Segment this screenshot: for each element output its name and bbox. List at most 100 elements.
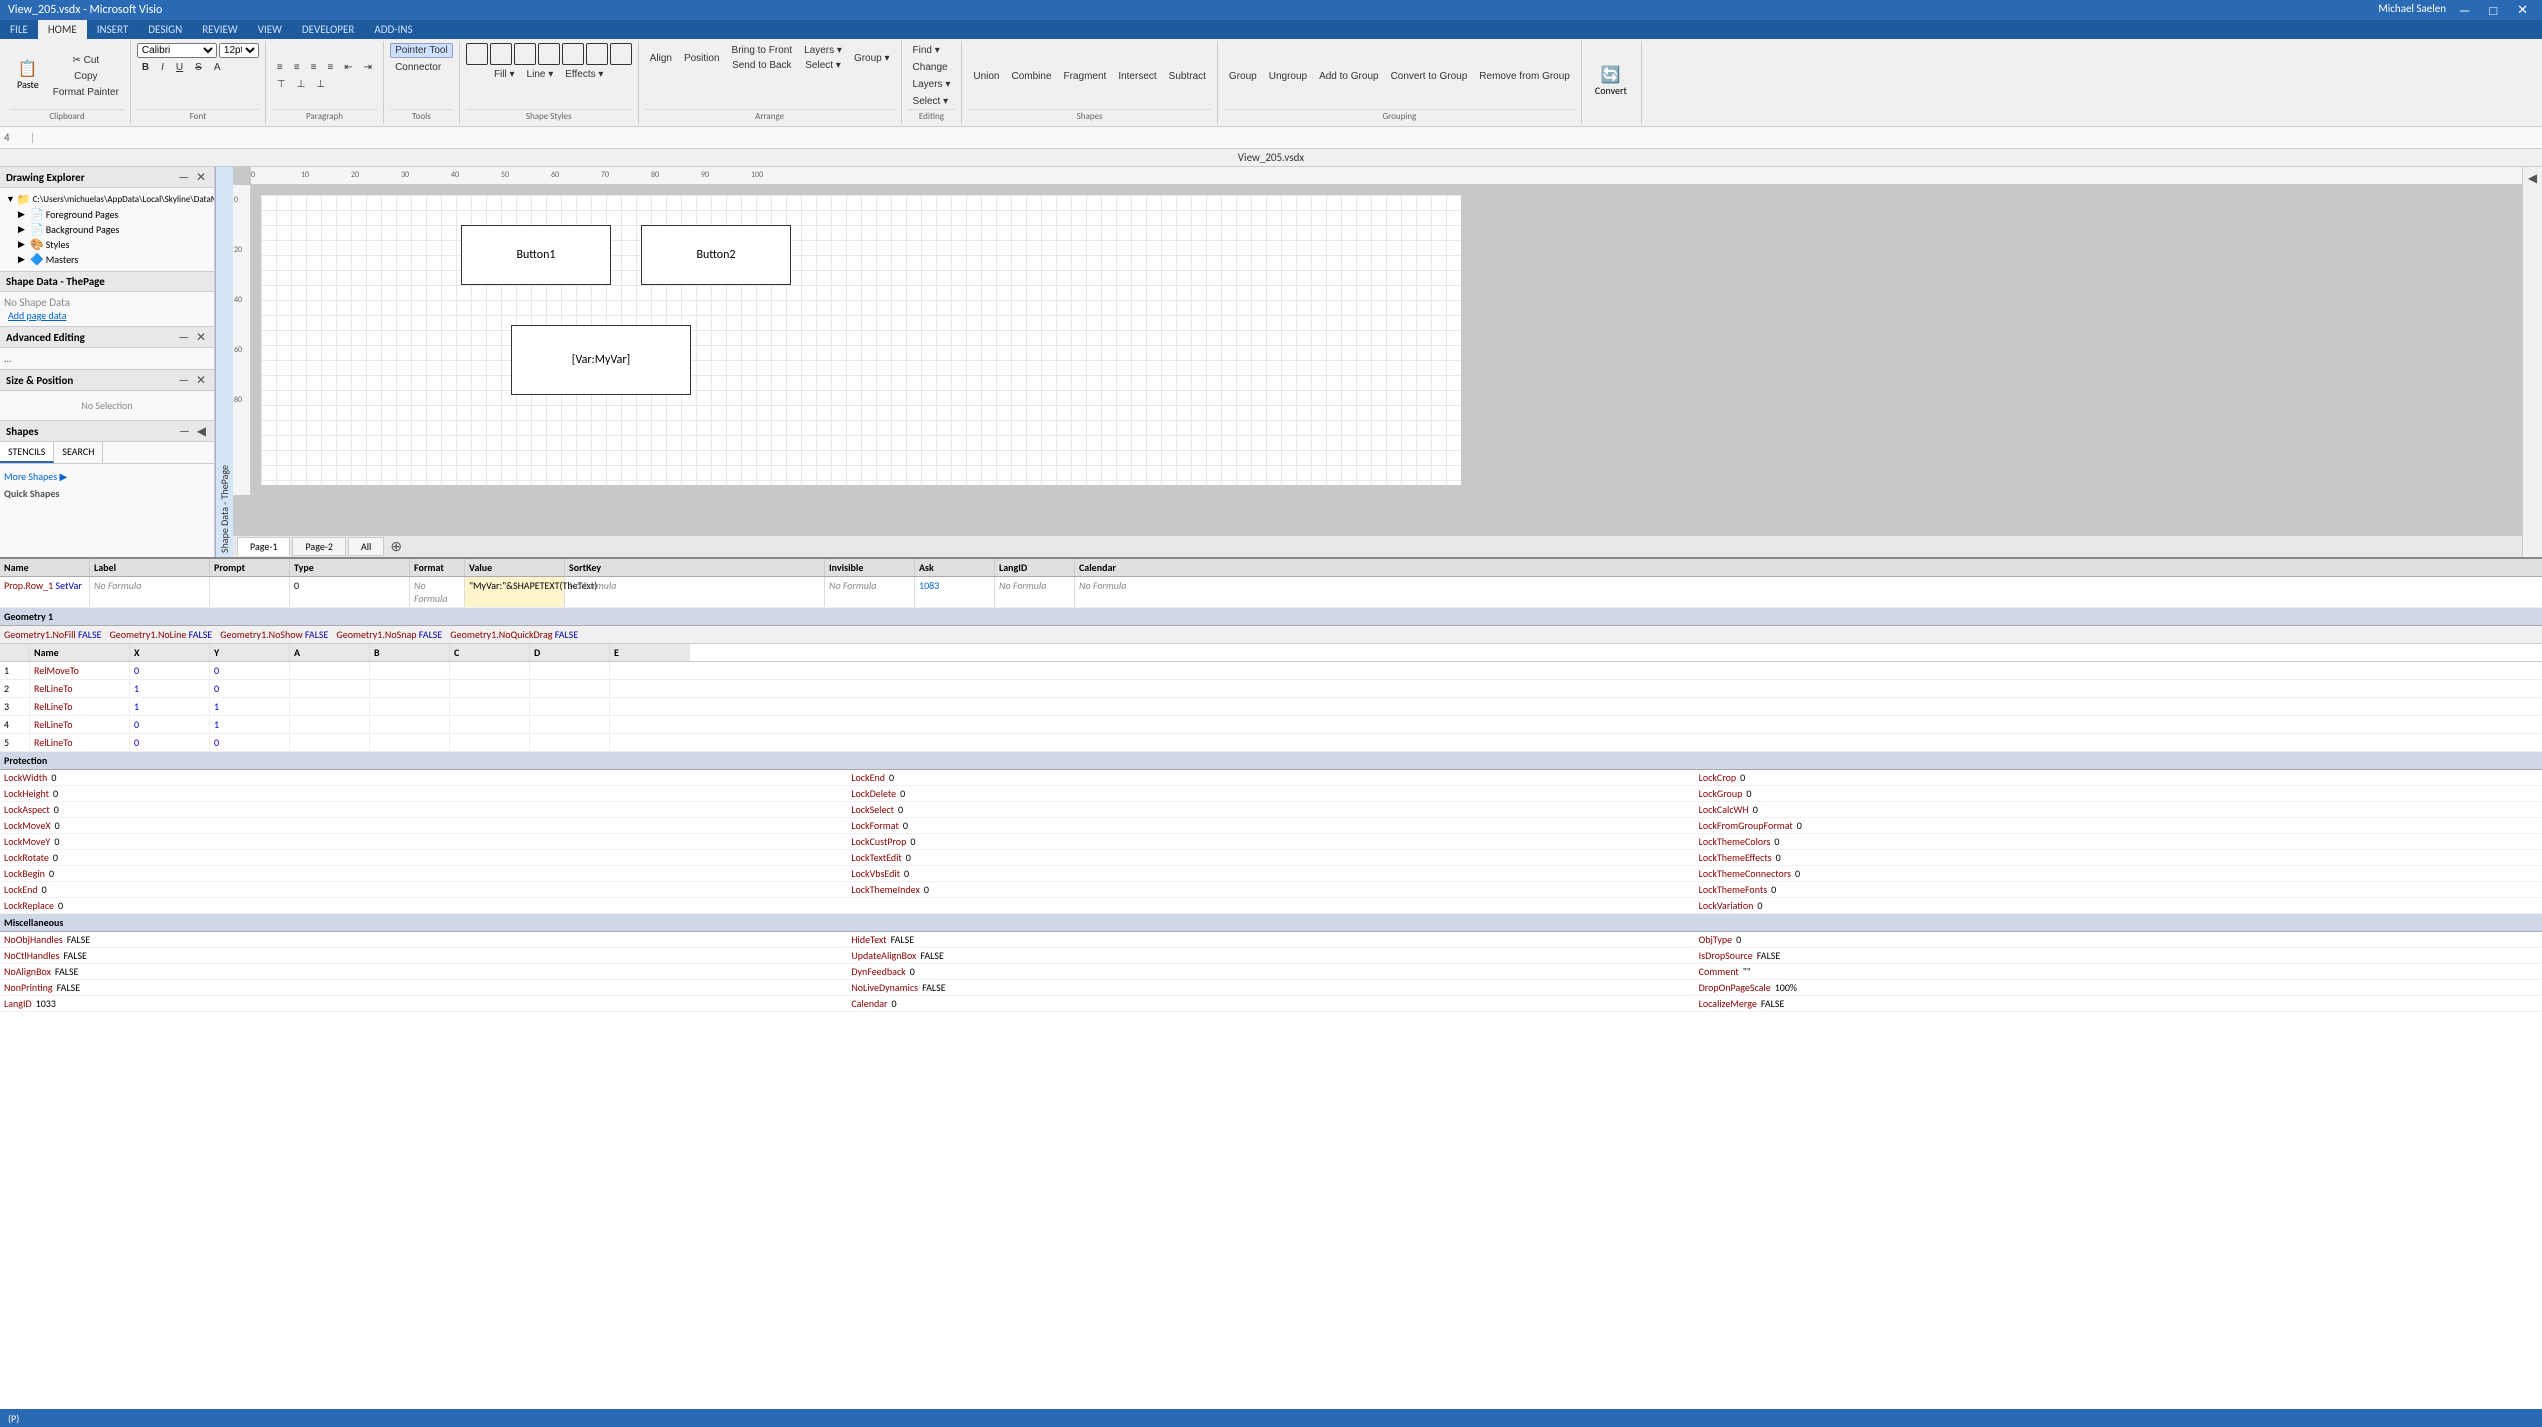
shapes-minimize[interactable]: ─ [178, 424, 191, 438]
adv-editing-close[interactable]: ✕ [194, 330, 208, 344]
increase-indent-button[interactable]: ⇥ [359, 60, 377, 75]
middle-align-button[interactable]: ⊥ [292, 77, 311, 92]
search-tab[interactable]: SEARCH [54, 442, 103, 463]
tab-addins[interactable]: ADD-INS [364, 20, 422, 39]
paste-button[interactable]: 📋 Paste [10, 59, 46, 94]
tab-home[interactable]: HOME [38, 20, 87, 39]
title-bar: View_205.vsdx - Microsoft Visio Michael … [0, 0, 2542, 20]
minimize-button[interactable]: ─ [2454, 2, 2475, 18]
protection-prop: LockTextEdit0 [847, 850, 1694, 866]
layers2-button[interactable]: Layers ▾ [908, 77, 956, 92]
maximize-button[interactable]: □ [2483, 2, 2503, 18]
tree-root[interactable]: ▼ 📁 C:\Users\michuelas\AppData\Local\Sky… [4, 192, 210, 207]
tab-view[interactable]: VIEW [248, 20, 292, 39]
select2-button[interactable]: Select ▾ [908, 94, 954, 109]
shape-button1[interactable]: Button1 [461, 225, 611, 285]
bottom-align-button[interactable]: ⊥ [311, 77, 330, 92]
connector-button[interactable]: Connector [390, 60, 446, 75]
justify-button[interactable]: ≡ [322, 60, 338, 75]
page-tab-1[interactable]: Page-1 [237, 537, 290, 556]
add-to-group-button[interactable]: Add to Group [1314, 69, 1383, 84]
effects-button[interactable]: Effects ▾ [560, 67, 608, 82]
style-4[interactable] [538, 43, 560, 65]
tab-design[interactable]: DESIGN [138, 20, 192, 39]
header-langid: LangID [995, 559, 1075, 576]
geo-nosnap: Geometry1.NoSnap FALSE [336, 628, 442, 641]
bold-button[interactable]: B [137, 60, 154, 75]
tree-foreground[interactable]: ▶ 📄 Foreground Pages [4, 207, 210, 222]
adv-editing-minimize[interactable]: ─ [177, 330, 190, 344]
remove-from-group-button[interactable]: Remove from Group [1474, 69, 1575, 84]
tree-background[interactable]: ▶ 📄 Background Pages [4, 222, 210, 237]
tab-developer[interactable]: DEVELOPER [292, 20, 364, 39]
vertical-shape-data-tab[interactable]: Shape Data - ThePage [215, 167, 233, 557]
tab-file[interactable]: FILE [0, 20, 38, 39]
add-page-data-link[interactable]: Add page data [4, 307, 70, 324]
align-left-button[interactable]: ≡ [272, 60, 288, 75]
align-right-button[interactable]: ≡ [306, 60, 322, 75]
style-5[interactable] [562, 43, 584, 65]
group-button[interactable]: Group ▾ [849, 51, 895, 66]
copy-button[interactable]: Copy [48, 69, 124, 84]
ungroup-button[interactable]: Ungroup [1264, 69, 1312, 84]
find-button[interactable]: Find ▾ [908, 43, 945, 58]
pointer-tool-button[interactable]: Pointer Tool [390, 43, 453, 58]
canvas-title: View_205.vsdx [0, 149, 2542, 167]
subtract-button[interactable]: Subtract [1164, 69, 1211, 84]
intersect-button[interactable]: Intersect [1113, 69, 1161, 84]
top-align-button[interactable]: ⊤ [272, 77, 291, 92]
fragment-button[interactable]: Fragment [1059, 69, 1112, 84]
convert-button[interactable]: 🔄 Convert [1588, 65, 1634, 100]
send-to-back-button[interactable]: Send to Back [727, 58, 798, 73]
tree-styles[interactable]: ▶ 🎨 Styles [4, 237, 210, 252]
right-panel-toggle[interactable]: ◀ [2524, 167, 2541, 189]
style-1[interactable] [466, 43, 488, 65]
fill-button[interactable]: Fill ▾ [489, 67, 520, 82]
format-painter-button[interactable]: Format Painter [48, 85, 124, 100]
font-color-button[interactable]: A [209, 60, 226, 75]
convert-to-group-button[interactable]: Convert to Group [1386, 69, 1473, 84]
bring-to-front-button[interactable]: Bring to Front [727, 43, 798, 58]
stencils-tab[interactable]: STENCILS [0, 442, 54, 463]
position-button[interactable]: Position [679, 51, 725, 66]
close-button[interactable]: ✕ [2511, 2, 2534, 18]
shapes-expand[interactable]: ◀ [195, 424, 208, 438]
change-button[interactable]: Change [908, 60, 953, 75]
font-size-select[interactable]: 12pt [219, 43, 259, 58]
ribbon-group-paragraph: ≡ ≡ ≡ ≡ ⇤ ⇥ ⊤ ⊥ ⊥ Paragraph [266, 41, 384, 124]
decrease-indent-button[interactable]: ⇤ [339, 60, 357, 75]
style-7[interactable] [610, 43, 632, 65]
add-page-button[interactable]: ⊕ [386, 538, 406, 555]
tab-insert[interactable]: INSERT [87, 20, 139, 39]
union-button[interactable]: Union [968, 69, 1004, 84]
line-button[interactable]: Line ▾ [522, 67, 559, 82]
page-tab-all[interactable]: All [348, 537, 384, 556]
group2-button[interactable]: Group [1224, 69, 1262, 84]
shape-button2[interactable]: Button2 [641, 225, 791, 285]
tab-review[interactable]: REVIEW [192, 20, 248, 39]
italic-button[interactable]: I [156, 60, 169, 75]
drawing-explorer-close[interactable]: ✕ [194, 170, 208, 184]
strikethrough-button[interactable]: S [190, 60, 207, 75]
more-shapes-link[interactable]: More Shapes ▶ [4, 468, 210, 485]
align-center-button[interactable]: ≡ [289, 60, 305, 75]
font-name-select[interactable]: Calibri [137, 43, 217, 58]
style-3[interactable] [514, 43, 536, 65]
drawing-explorer-minimize[interactable]: ─ [177, 170, 190, 184]
combine-button[interactable]: Combine [1006, 69, 1056, 84]
cut-button[interactable]: ✂ Cut [48, 53, 124, 68]
canvas-container[interactable]: 0 10 20 30 40 50 60 70 80 90 100 0 [233, 167, 2522, 535]
page-tab-2[interactable]: Page-2 [292, 537, 345, 556]
underline-button[interactable]: U [171, 60, 188, 75]
layers-button[interactable]: Layers ▾ [799, 43, 847, 58]
size-pos-close[interactable]: ✕ [194, 373, 208, 387]
style-6[interactable] [586, 43, 608, 65]
size-pos-minimize[interactable]: ─ [177, 373, 190, 387]
drawing-page[interactable]: Button1 Button2 [Var:MyVar] [261, 195, 1461, 485]
select-button[interactable]: Select ▾ [799, 58, 847, 73]
tree-masters[interactable]: ▶ 🔷 Masters [4, 252, 210, 267]
align-button[interactable]: Align [645, 51, 677, 66]
shape-myvar[interactable]: [Var:MyVar] [511, 325, 691, 395]
formula-input[interactable] [39, 132, 2538, 144]
style-2[interactable] [490, 43, 512, 65]
